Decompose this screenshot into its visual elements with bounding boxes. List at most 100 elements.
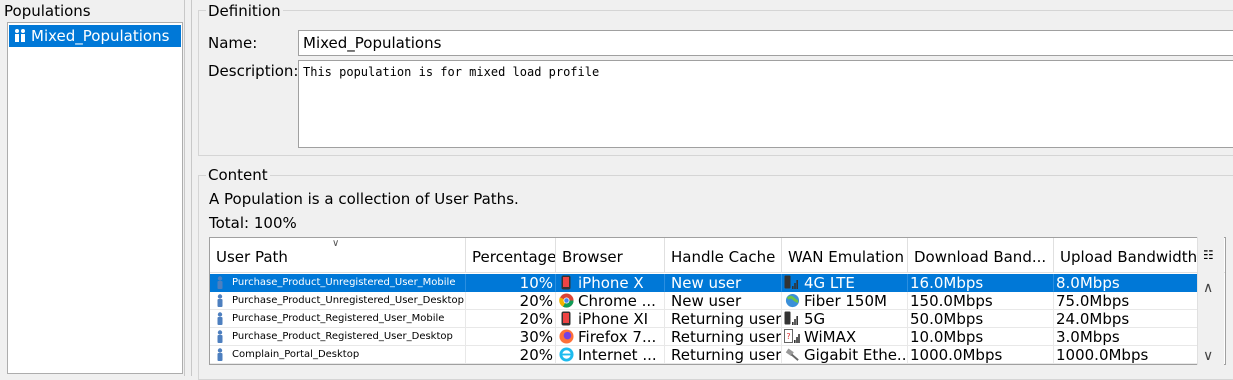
cell-download-bandwidth[interactable]: 1000.0Mbps [908,346,1054,364]
ethernet-cable-icon [784,347,800,363]
column-header-browser[interactable]: Browser [556,238,665,272]
user-paths-table[interactable]: ∨ User Path Percentage Browser Handle Ca… [209,237,1226,365]
iphone-icon [558,311,574,327]
cell-text: Firefox 7... [578,328,657,346]
cell-text: 30% [519,328,553,346]
user-icon [212,329,228,345]
cell-download-bandwidth[interactable]: 16.0Mbps [908,274,1054,292]
column-label: Browser [562,248,623,266]
cell-upload-bandwidth[interactable]: 3.0Mbps [1054,328,1198,346]
column-header-handle-cache[interactable]: Handle Cache [665,238,782,272]
table-row[interactable]: Purchase_Product_Registered_User_Desktop… [210,328,1198,346]
column-header-download-bandwidth[interactable]: Download Band... [908,238,1054,272]
column-label: Percentage [472,248,556,266]
cell-handle-cache[interactable]: Returning user [665,310,782,328]
cell-text: iPhone XI [578,310,649,328]
column-header-wan-emulation[interactable]: WAN Emulation [782,238,908,272]
cell-handle-cache[interactable]: Returning user [665,328,782,346]
cell-browser[interactable]: iPhone XI [556,310,665,328]
cell-percentage[interactable]: 10% [466,274,556,292]
wimax-icon: ? [784,329,800,345]
cell-text: 20% [519,310,553,328]
cell-handle-cache[interactable]: Returning user [665,346,782,364]
mobile-signal-icon [784,311,800,327]
cell-text: 8.0Mbps [1056,274,1120,292]
cell-upload-bandwidth[interactable]: 1000.0Mbps [1054,346,1198,364]
cell-text: Purchase_Product_Registered_User_Desktop [232,331,453,342]
cell-user-path[interactable]: Purchase_Product_Registered_User_Desktop [210,328,466,346]
cell-upload-bandwidth[interactable]: 75.0Mbps [1054,292,1198,310]
cell-text: 5G [804,310,826,328]
cell-download-bandwidth[interactable]: 50.0Mbps [908,310,1054,328]
cell-download-bandwidth[interactable]: 150.0Mbps [908,292,1054,310]
table-row[interactable]: Purchase_Product_Unregistered_User_Deskt… [210,292,1198,310]
cell-text: 3.0Mbps [1056,328,1120,346]
cell-text: Returning user [671,328,782,346]
cell-text: Internet ... [578,346,657,364]
cell-browser[interactable]: iPhone X [556,274,665,292]
content-description: A Population is a collection of User Pat… [209,190,519,208]
column-chooser-icon[interactable]: ☷ [1203,248,1214,262]
cell-text: New user [671,274,742,292]
cell-text: Gigabit Ethe... [804,346,908,364]
populations-panel: Populations Mixed_Populations [0,0,184,376]
table-row[interactable]: Complain_Portal_Desktop 20% Internet ... Re… [210,346,1198,364]
cell-percentage[interactable]: 20% [466,310,556,328]
column-header-percentage[interactable]: Percentage [466,238,556,272]
total-percentage: Total: 100% [209,214,297,232]
cell-download-bandwidth[interactable]: 10.0Mbps [908,328,1054,346]
cell-user-path[interactable]: Purchase_Product_Unregistered_User_Mobil… [210,274,466,292]
cell-text: 20% [519,292,553,310]
cell-text: 4G LTE [804,274,855,292]
cell-text: Complain_Portal_Desktop [232,349,360,360]
cell-text: Fiber 150M [804,292,887,310]
chrome-icon [558,293,574,309]
populations-list[interactable]: Mixed_Populations [7,22,183,374]
table-row[interactable]: Purchase_Product_Registered_User_Mobile 2… [210,310,1198,328]
cell-user-path[interactable]: Complain_Portal_Desktop [210,346,466,364]
cell-wan-emulation[interactable]: Fiber 150M [782,292,908,310]
internet-explorer-icon [558,347,574,363]
cell-percentage[interactable]: 20% [466,292,556,310]
column-header-upload-bandwidth[interactable]: Upload Bandwidth [1054,238,1198,272]
column-label: WAN Emulation [788,248,904,266]
cell-wan-emulation[interactable]: ? WiMAX [782,328,908,346]
cell-user-path[interactable]: Purchase_Product_Registered_User_Mobile [210,310,466,328]
cell-browser[interactable]: Internet ... [556,346,665,364]
cell-browser[interactable]: Chrome ... [556,292,665,310]
cell-percentage[interactable]: 30% [466,328,556,346]
content-title: Content [206,166,270,184]
scroll-up-chevron-icon[interactable]: ∧ [1203,280,1213,296]
populations-title: Populations [4,2,91,20]
population-item-label: Mixed_Populations [31,27,170,45]
population-item-mixed[interactable]: Mixed_Populations [9,25,181,47]
cell-handle-cache[interactable]: New user [665,292,782,310]
description-label: Description: [208,62,299,80]
cell-wan-emulation[interactable]: 4G LTE [782,274,908,292]
description-input[interactable]: This population is for mixed load profil… [298,60,1233,148]
svg-text:?: ? [786,332,790,341]
name-input[interactable]: Mixed_Populations [298,30,1233,56]
column-label: Upload Bandwidth [1060,248,1198,266]
cell-text: 20% [519,346,553,364]
cell-upload-bandwidth[interactable]: 8.0Mbps [1054,274,1198,292]
cell-user-path[interactable]: Purchase_Product_Unregistered_User_Deskt… [210,292,466,310]
cell-handle-cache[interactable]: New user [665,274,782,292]
scroll-down-chevron-icon[interactable]: ∨ [1203,348,1213,364]
cell-text: Purchase_Product_Registered_User_Mobile [232,313,445,324]
panel-splitter[interactable] [184,0,192,376]
cell-upload-bandwidth[interactable]: 24.0Mbps [1054,310,1198,328]
firefox-icon [558,329,574,345]
cell-text: 10.0Mbps [910,328,984,346]
cell-browser[interactable]: Firefox 7... [556,328,665,346]
cell-text: Returning user [671,346,782,364]
user-icon [212,275,228,291]
user-icon [212,347,228,363]
column-header-user-path[interactable]: ∨ User Path [210,238,466,272]
cell-wan-emulation[interactable]: Gigabit Ethe... [782,346,908,364]
cell-text: 75.0Mbps [1056,292,1130,310]
cell-wan-emulation[interactable]: 5G [782,310,908,328]
table-row[interactable]: Purchase_Product_Unregistered_User_Mobil… [210,274,1198,292]
cell-percentage[interactable]: 20% [466,346,556,364]
cell-text: 10% [519,274,553,292]
